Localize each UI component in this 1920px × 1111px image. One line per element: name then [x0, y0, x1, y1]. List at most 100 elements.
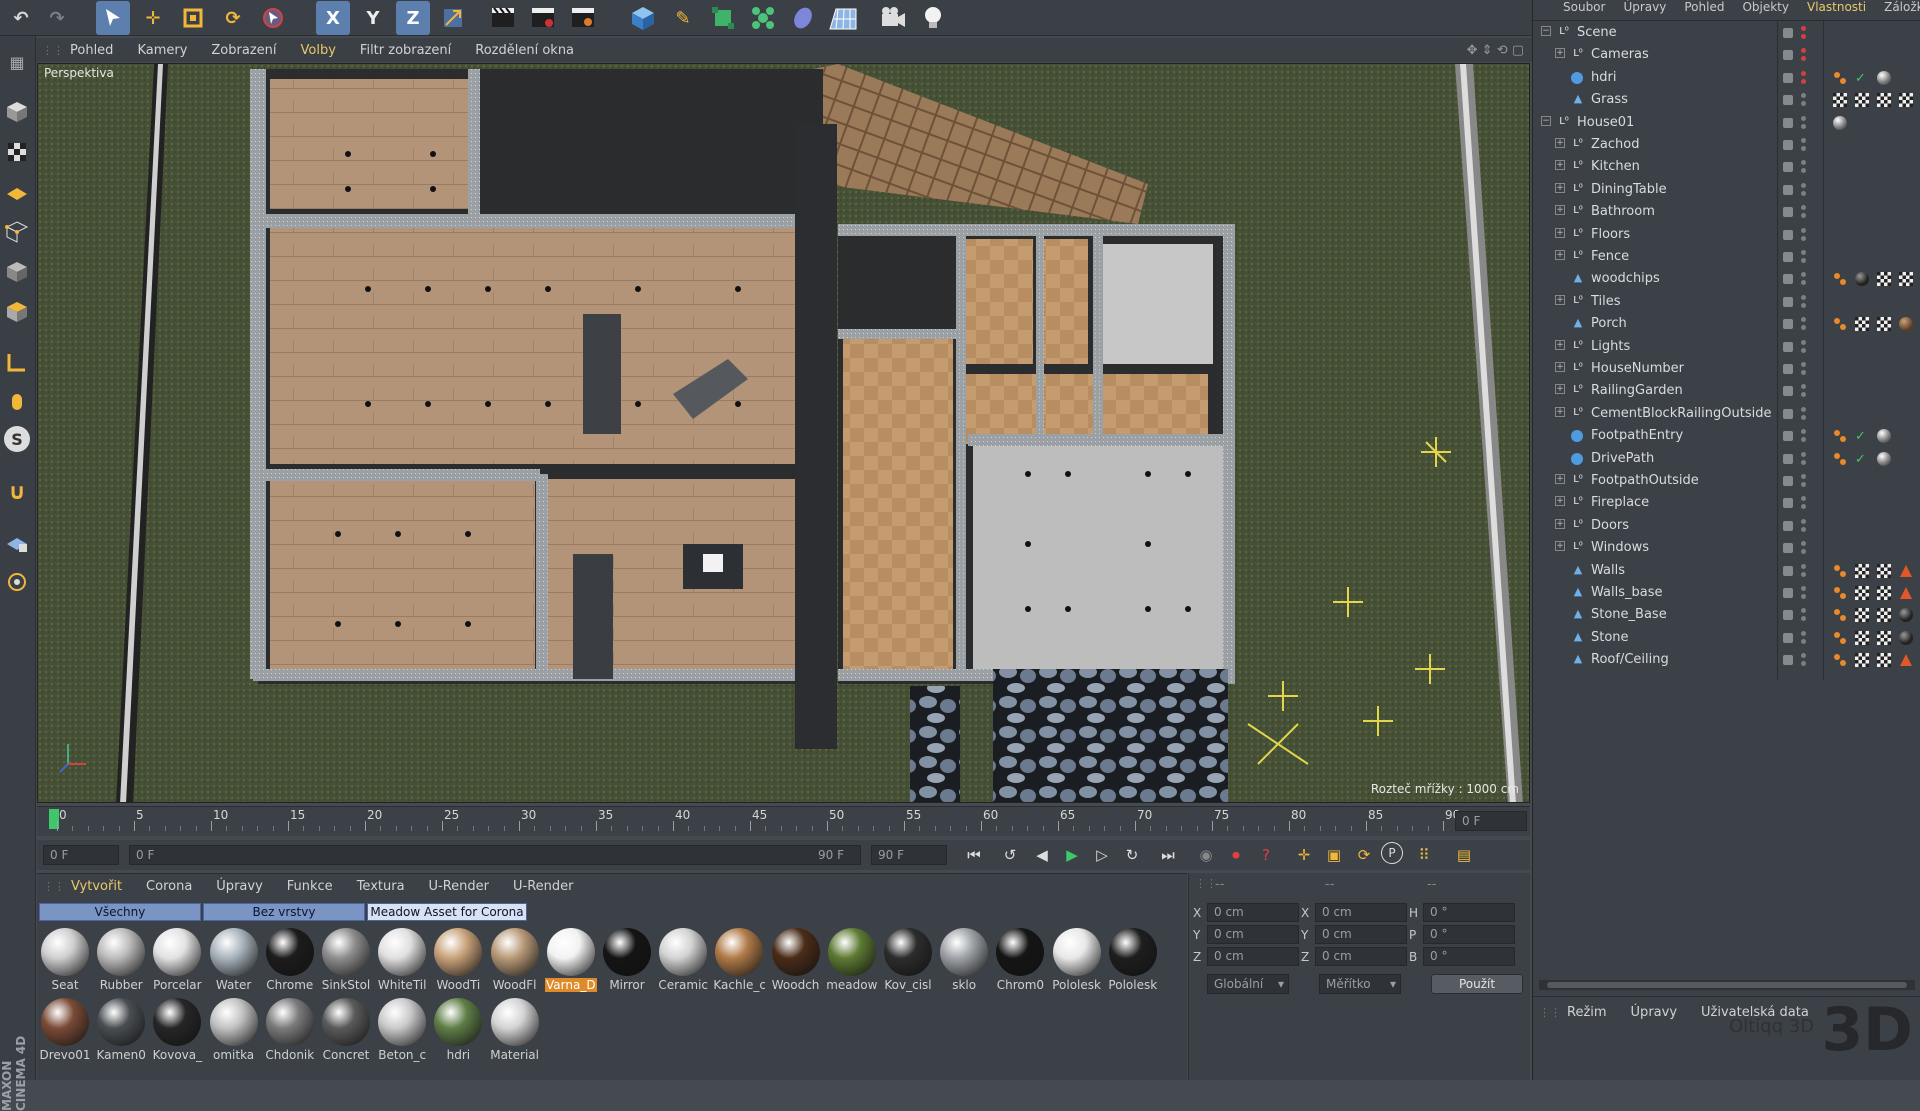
undo-icon[interactable]: ↶	[4, 1, 38, 35]
layer-toggle-icon[interactable]	[1783, 588, 1793, 598]
material-swatch[interactable]: Pololesk	[1107, 926, 1159, 992]
lock-workplane-icon[interactable]	[2, 526, 32, 558]
layer-toggle-icon[interactable]	[1783, 520, 1793, 531]
expand-toggle-icon[interactable]	[1555, 564, 1565, 574]
model-mode-icon[interactable]	[2, 96, 32, 128]
menu-display[interactable]: Zobrazení	[199, 43, 288, 58]
material-swatch[interactable]: Mirror	[601, 926, 653, 992]
expand-toggle-icon[interactable]: +	[1555, 474, 1565, 484]
object-row[interactable]: + L⁰ Fence	[1533, 246, 1920, 268]
layer-toggle-icon[interactable]	[1783, 162, 1793, 173]
render-visibility-icon[interactable]	[1801, 302, 1806, 308]
material-tag-icon[interactable]	[1877, 429, 1891, 444]
key-scale-icon[interactable]: ▣	[1321, 842, 1347, 868]
material-swatch[interactable]: Seat	[39, 926, 91, 992]
render-visibility-icon[interactable]	[1801, 459, 1806, 465]
editor-visibility-icon[interactable]	[1801, 294, 1806, 300]
expand-toggle-icon[interactable]: +	[1555, 362, 1565, 372]
object-row[interactable]: ▲ Roof/Ceiling	[1533, 649, 1920, 671]
render-settings-icon[interactable]	[566, 1, 600, 35]
object-row[interactable]: + L⁰ Zachod	[1533, 134, 1920, 156]
editor-visibility-icon[interactable]	[1801, 406, 1806, 412]
render-view-icon[interactable]	[486, 1, 520, 35]
layer-toggle-icon[interactable]	[1783, 431, 1793, 442]
menu-objects[interactable]: Objekty	[1742, 0, 1789, 18]
editor-visibility-icon[interactable]	[1801, 115, 1806, 121]
menu-urender[interactable]: U-Render	[417, 879, 502, 894]
light-icon[interactable]	[916, 1, 950, 35]
workplane-icon[interactable]	[2, 176, 32, 208]
layer-toggle-icon[interactable]	[1783, 229, 1793, 240]
texture-mode-icon[interactable]	[2, 136, 32, 168]
tab-no-layer[interactable]: Bez vrstvy	[203, 903, 365, 921]
start-frame-field[interactable]: 0 F	[43, 845, 119, 865]
menu-view[interactable]: Pohled	[1684, 0, 1724, 18]
key-rotation-icon[interactable]: ⟳	[1351, 842, 1377, 868]
3d-viewport[interactable]: Perspektiva Rozteč mřížky : 1000 cm	[37, 63, 1530, 803]
object-row[interactable]: + L⁰ DiningTable	[1533, 179, 1920, 201]
material-swatch[interactable]: Woodch	[770, 926, 822, 992]
editor-visibility-icon[interactable]	[1801, 496, 1806, 502]
corona-tag-icon[interactable]	[1833, 452, 1847, 466]
render-visibility-icon[interactable]	[1801, 594, 1806, 599]
render-picture-viewer-icon[interactable]	[526, 1, 560, 35]
corona-tag-icon[interactable]	[1833, 631, 1847, 645]
layer-toggle-icon[interactable]	[1783, 364, 1793, 374]
next-frame-icon[interactable]: ▷	[1089, 842, 1115, 868]
corona-tag-icon[interactable]	[1833, 429, 1847, 443]
make-editable-icon[interactable]: ▦	[2, 46, 32, 78]
render-visibility-icon[interactable]	[1801, 168, 1806, 174]
render-visibility-icon[interactable]	[1801, 280, 1806, 286]
texture-tag-icon[interactable]	[1855, 586, 1869, 600]
object-row[interactable]: + L⁰ RailingGarden	[1533, 380, 1920, 402]
expand-toggle-icon[interactable]	[1555, 586, 1565, 596]
editor-visibility-icon[interactable]	[1801, 518, 1806, 524]
object-row[interactable]: + L⁰ Cameras	[1533, 44, 1920, 66]
object-row[interactable]: FootpathEntry ✓	[1533, 425, 1920, 447]
expand-toggle-icon[interactable]	[1555, 71, 1565, 81]
axis-mode-icon[interactable]	[2, 346, 32, 378]
object-row[interactable]: DrivePath ✓	[1533, 448, 1920, 470]
apply-button[interactable]: Použít	[1431, 974, 1523, 994]
object-row[interactable]: + L⁰ FootpathOutside	[1533, 470, 1920, 492]
timeline-window-icon[interactable]: ▤	[1451, 842, 1477, 868]
keyframe-selection-icon[interactable]: ?	[1253, 842, 1279, 868]
expand-toggle-icon[interactable]	[1555, 631, 1565, 641]
material-swatch[interactable]: Chdonik	[264, 996, 316, 1062]
expand-toggle-icon[interactable]: +	[1555, 339, 1565, 350]
layer-toggle-icon[interactable]	[1783, 252, 1793, 262]
render-visibility-icon[interactable]	[1801, 325, 1806, 331]
menu-tags[interactable]: Vlastnosti	[1807, 0, 1866, 18]
expand-toggle-icon[interactable]: +	[1555, 518, 1565, 529]
render-visibility-icon[interactable]	[1801, 661, 1806, 667]
texture-tag-icon[interactable]	[1899, 93, 1913, 108]
editor-visibility-icon[interactable]	[1801, 474, 1806, 479]
phong-tag-icon[interactable]	[1899, 564, 1913, 578]
layer-toggle-icon[interactable]	[1783, 207, 1793, 218]
expand-toggle-icon[interactable]: +	[1555, 48, 1565, 59]
render-visibility-icon[interactable]	[1801, 482, 1806, 487]
material-tag-icon[interactable]	[1855, 272, 1869, 287]
object-row[interactable]: ▲ Porch	[1533, 313, 1920, 335]
material-swatch[interactable]: omitka	[208, 996, 260, 1062]
menu-mode[interactable]: Režim	[1555, 1005, 1619, 1020]
menu-function[interactable]: Funkce	[275, 879, 345, 894]
scale-tool-icon[interactable]	[176, 1, 210, 35]
editor-visibility-icon[interactable]	[1801, 317, 1806, 323]
snap-icon[interactable]: S	[4, 426, 30, 452]
render-visibility-icon[interactable]	[1801, 56, 1806, 62]
render-visibility-icon[interactable]	[1801, 616, 1806, 622]
menu-filter[interactable]: Filtr zobrazení	[348, 43, 463, 58]
layer-toggle-icon[interactable]	[1783, 184, 1793, 195]
texture-tag-icon[interactable]	[1877, 272, 1891, 287]
expand-toggle-icon[interactable]: +	[1555, 138, 1565, 148]
check-tag-icon[interactable]: ✓	[1855, 452, 1869, 467]
editor-visibility-icon[interactable]	[1801, 339, 1806, 345]
material-swatch[interactable]: sklo	[938, 926, 990, 992]
layer-toggle-icon[interactable]	[1783, 274, 1793, 285]
pen-spline-icon[interactable]: ✎	[666, 1, 700, 35]
object-row[interactable]: ▲ Stone_Base	[1533, 604, 1920, 626]
editor-visibility-icon[interactable]	[1801, 93, 1806, 99]
texture-tag-icon[interactable]	[1877, 317, 1891, 332]
corona-tag-icon[interactable]	[1833, 653, 1847, 667]
